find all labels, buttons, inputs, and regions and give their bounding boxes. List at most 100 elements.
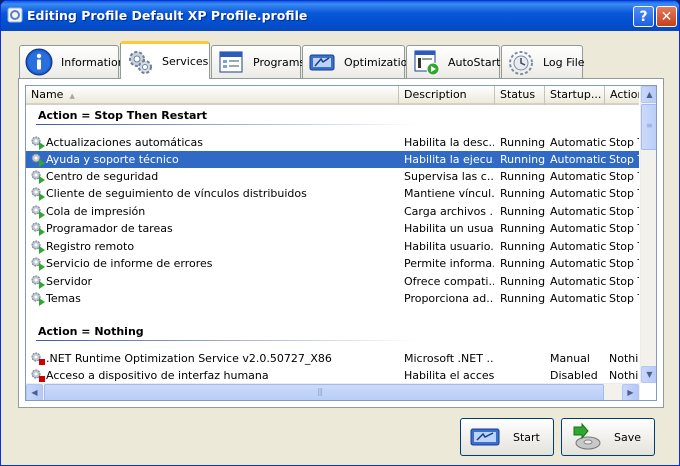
cell-name: Ayuda y soporte técnico bbox=[46, 153, 179, 166]
table-row[interactable]: Servidor Ofrece compati... Running Autom… bbox=[26, 273, 639, 290]
cell-status: Running bbox=[500, 257, 546, 270]
cell-action: Stop Th bbox=[609, 222, 639, 235]
cell-status: Running bbox=[500, 153, 546, 166]
gears-icon bbox=[129, 50, 152, 74]
table-row[interactable]: Registro remoto Habilita usuario... Runn… bbox=[26, 238, 639, 255]
group-divider bbox=[36, 340, 416, 341]
table-row[interactable]: .NET Runtime Optimization Service v2.0.5… bbox=[26, 350, 639, 367]
cell-action: Stop Th bbox=[609, 187, 639, 200]
stopped-service-icon bbox=[31, 369, 45, 382]
cell-action: Nothing bbox=[609, 369, 639, 382]
vertical-scroll-thumb[interactable]: ≡ bbox=[641, 104, 656, 150]
cell-description: Habilita el acces... bbox=[404, 369, 494, 382]
column-header-description[interactable]: Description bbox=[399, 86, 495, 105]
column-header-startup[interactable]: Startup... bbox=[545, 86, 605, 105]
tab-log-file[interactable]: Log File bbox=[501, 45, 585, 78]
horizontal-scroll-thumb[interactable]: ||| bbox=[44, 384, 604, 400]
column-header-status[interactable]: Status bbox=[495, 86, 545, 105]
cell-status: Running bbox=[500, 240, 546, 253]
tab-information[interactable]: Information bbox=[19, 45, 125, 78]
table-row[interactable]: Temas Proporciona ad... Running Automati… bbox=[26, 290, 639, 307]
cell-name: Cliente de seguimiento de vínculos distr… bbox=[46, 187, 307, 200]
cell-startup: Automatic bbox=[550, 170, 606, 183]
cell-action: Stop Th bbox=[609, 275, 639, 288]
table-row[interactable]: Cola de impresión Carga archivos ... Run… bbox=[26, 203, 639, 220]
table-row[interactable]: Actualizaciones automáticas Habilita la … bbox=[26, 134, 639, 151]
cell-status: Running bbox=[500, 222, 546, 235]
cell-startup: Automatic bbox=[550, 292, 606, 305]
start-icon bbox=[470, 428, 500, 446]
close-button[interactable]: ✕ bbox=[656, 6, 677, 27]
save-disk-icon bbox=[573, 423, 601, 450]
cell-name: Servicio de informe de errores bbox=[46, 257, 213, 270]
group-divider bbox=[36, 124, 416, 125]
scroll-left-button[interactable]: ◀ bbox=[26, 384, 43, 400]
group-header-nothing: Action = Nothing bbox=[38, 325, 144, 338]
tab-optimization[interactable]: Optimization bbox=[302, 45, 414, 78]
cell-startup: Automatic bbox=[550, 153, 606, 166]
help-button[interactable]: ? bbox=[633, 6, 654, 27]
cell-startup: Automatic bbox=[550, 187, 606, 200]
tab-services-label: Services bbox=[162, 55, 209, 68]
cell-description: Microsoft .NET ... bbox=[404, 352, 494, 365]
cell-action: Stop Th bbox=[609, 170, 639, 183]
running-service-icon bbox=[31, 222, 45, 236]
window-title: Editing Profile Default XP Profile.profi… bbox=[27, 8, 308, 23]
cell-startup: Automatic bbox=[550, 240, 606, 253]
cell-name: Registro remoto bbox=[46, 240, 135, 253]
cell-status: Running bbox=[500, 205, 546, 218]
running-service-icon bbox=[31, 187, 45, 201]
table-row[interactable]: Servicio de informe de errores Permite i… bbox=[26, 255, 639, 272]
services-list[interactable]: Name ▲ Description Status Startup... Acti… bbox=[25, 85, 657, 401]
scroll-right-button[interactable]: ▶ bbox=[622, 384, 639, 400]
running-service-icon bbox=[31, 240, 45, 254]
tab-programs[interactable]: Programs bbox=[211, 45, 305, 78]
cell-status bbox=[500, 367, 546, 384]
table-row-selected[interactable]: Ayuda y soporte técnico Habilita la ejec… bbox=[26, 151, 639, 168]
tab-autostart[interactable]: AutoStart bbox=[406, 45, 500, 78]
table-row[interactable]: Cliente de seguimiento de vínculos distr… bbox=[26, 185, 639, 202]
title-bar[interactable]: Editing Profile Default XP Profile.profi… bbox=[1, 1, 679, 31]
scroll-down-button[interactable]: ▼ bbox=[641, 366, 656, 383]
log-file-icon bbox=[509, 51, 533, 75]
cell-name: Programador de tareas bbox=[46, 222, 173, 235]
table-row[interactable]: Acceso a dispositivo de interfaz humana … bbox=[26, 367, 639, 384]
grip-icon: ||| bbox=[317, 387, 323, 396]
info-icon bbox=[25, 48, 53, 76]
grip-icon: ≡ bbox=[646, 121, 653, 130]
stopped-service-icon bbox=[31, 352, 45, 365]
column-name-label: Name bbox=[31, 88, 64, 101]
running-service-icon bbox=[31, 153, 45, 167]
list-header: Name ▲ Description Status Startup... Acti… bbox=[26, 86, 639, 105]
table-row[interactable]: Centro de seguridad Supervisa las c... R… bbox=[26, 168, 639, 185]
services-panel: Name ▲ Description Status Startup... Acti… bbox=[18, 78, 664, 408]
start-button[interactable]: Start bbox=[460, 418, 554, 456]
tab-autostart-label: AutoStart bbox=[448, 55, 501, 69]
cell-name: Cola de impresión bbox=[46, 205, 146, 218]
cell-action: Stop Th bbox=[609, 153, 639, 166]
save-button[interactable]: Save bbox=[561, 418, 655, 456]
running-service-icon bbox=[31, 170, 45, 184]
cell-startup: Disabled bbox=[550, 369, 598, 382]
cell-action: Stop Th bbox=[609, 257, 639, 270]
cell-description: Mantiene víncul... bbox=[404, 187, 494, 200]
running-service-icon bbox=[31, 275, 45, 289]
scroll-up-button[interactable]: ▲ bbox=[641, 86, 656, 103]
cell-description: Permite informa... bbox=[404, 257, 494, 270]
table-row[interactable]: Programador de tareas Habilita un usua..… bbox=[26, 220, 639, 237]
program-window-icon bbox=[219, 51, 243, 73]
tab-services[interactable]: Services bbox=[120, 41, 210, 79]
cell-description: Habilita la ejecu... bbox=[404, 153, 494, 166]
column-header-name[interactable]: Name ▲ bbox=[26, 86, 399, 105]
cell-description: Supervisa las c... bbox=[404, 170, 494, 183]
running-service-icon bbox=[31, 205, 45, 219]
sort-ascending-icon: ▲ bbox=[69, 92, 75, 100]
tab-programs-label: Programs bbox=[253, 55, 306, 69]
horizontal-scrollbar[interactable]: ◀ ||| ▶ bbox=[26, 383, 640, 400]
cell-description: Habilita usuario... bbox=[404, 240, 494, 253]
column-header-action[interactable]: Action bbox=[605, 86, 639, 105]
cell-name: Centro de seguridad bbox=[46, 170, 159, 183]
cell-action: Stop Th bbox=[609, 136, 639, 149]
running-service-icon bbox=[31, 136, 45, 150]
vertical-scrollbar[interactable]: ▲ ≡ ▼ bbox=[640, 86, 656, 383]
